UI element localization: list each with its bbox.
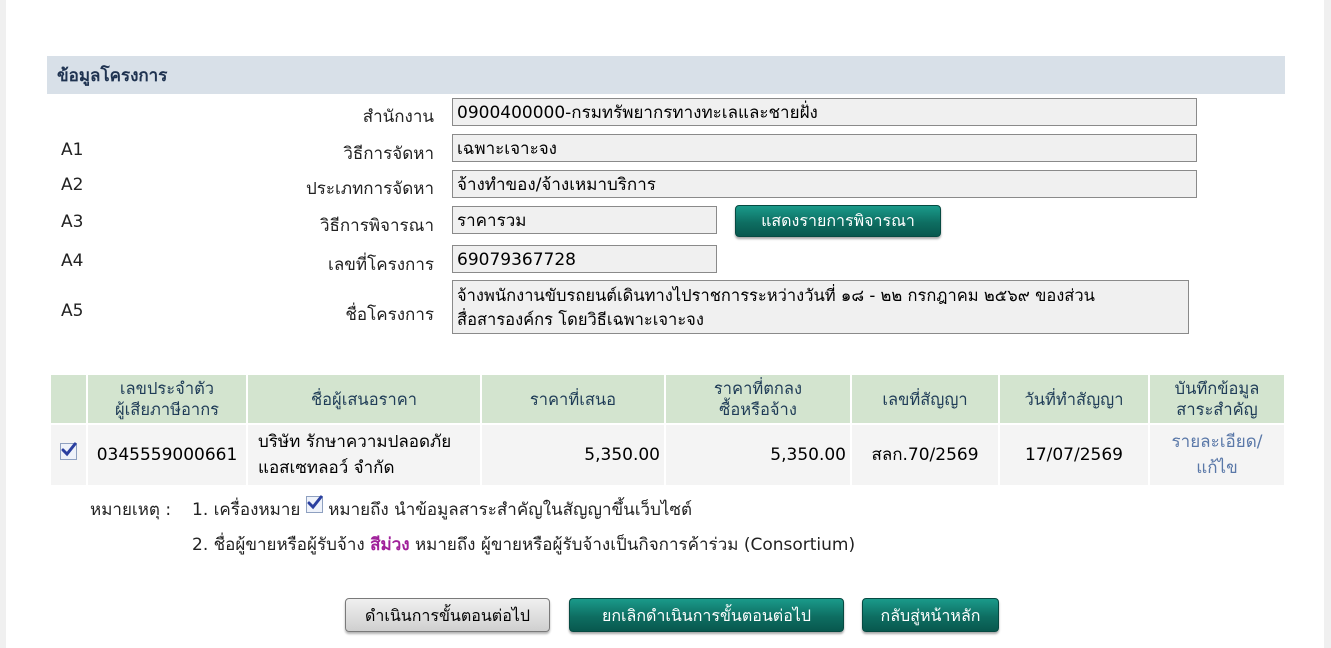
method-field[interactable]: เฉพาะเจาะจง: [452, 134, 1197, 162]
table-header-row: เลขประจำตัว ผู้เสียภาษีอากร ชื่อผู้เสนอรา…: [49, 373, 1286, 425]
row-tax-id: 0345559000661: [86, 423, 248, 487]
row-bidder: บริษัท รักษาความปลอดภัย แอสเซทลอว์ จำกัด: [246, 423, 482, 487]
header-tax-id: เลขประจำตัว ผู้เสียภาษีอากร: [86, 373, 248, 425]
note-1: 1. เครื่องหมาย หมายถึง นำข้อมูลสาระสำคัญ…: [192, 495, 692, 523]
header-select: [49, 373, 88, 425]
project-no-label: เลขที่โครงการ: [328, 255, 434, 275]
project-name-line2: สื่อสารองค์กร โดยวิธีเฉพาะเจาะจง: [457, 310, 704, 329]
header-contract-no: เลขที่สัญญา: [850, 373, 1000, 425]
row-contract-date: 17/07/2569: [998, 423, 1150, 487]
row-contract-no: สลก.70/2569: [850, 423, 1000, 487]
row-checkbox-cell: [49, 423, 88, 487]
method-label: วิธีการจัดหา: [343, 144, 434, 164]
office-label: สำนักงาน: [362, 107, 434, 127]
page-content: ข้อมูลโครงการ สำนักงาน 0900400000-กรมทรั…: [6, 0, 1324, 648]
notes-label: หมายเหตุ :: [90, 500, 172, 520]
table-row: 0345559000661 บริษัท รักษาความปลอดภัย แอ…: [49, 423, 1286, 487]
project-name-label: ชื่อโครงการ: [345, 305, 434, 325]
type-label: ประเภทการจัดหา: [306, 179, 434, 199]
header-bidder: ชื่อผู้เสนอราคา: [246, 373, 482, 425]
purple-legend-text: สีม่วง: [370, 535, 410, 555]
header-offer: ราคาที่เสนอ: [480, 373, 666, 425]
header-record: บันทึกข้อมูล สาระสำคัญ: [1148, 373, 1286, 425]
code-a5: A5: [61, 301, 84, 321]
project-name-line1: จ้างพนักงานขับรถยนต์เดินทางไปราชการระหว่…: [457, 286, 1095, 305]
project-name-field[interactable]: จ้างพนักงานขับรถยนต์เดินทางไปราชการระหว่…: [452, 280, 1189, 334]
next-step-button[interactable]: ดำเนินการขั้นตอนต่อไป: [345, 598, 550, 632]
criteria-field[interactable]: ราคารวม: [452, 206, 717, 234]
checkmark-icon[interactable]: [60, 442, 77, 460]
row-agreed: 5,350.00: [664, 423, 852, 487]
code-a2: A2: [61, 175, 84, 195]
bids-table: เลขประจำตัว ผู้เสียภาษีอากร ชื่อผู้เสนอรา…: [49, 373, 1286, 487]
section-header: ข้อมูลโครงการ: [47, 56, 1285, 94]
type-field[interactable]: จ้างทำของ/จ้างเหมาบริการ: [452, 170, 1197, 198]
note-2: 2. ชื่อผู้ขายหรือผู้รับจ้าง สีม่วง หมายถ…: [192, 535, 856, 555]
project-no-field[interactable]: 69079367728: [452, 245, 717, 273]
back-home-button[interactable]: กลับสู่หน้าหลัก: [862, 598, 999, 632]
header-contract-date: วันที่ทำสัญญา: [998, 373, 1150, 425]
show-criteria-button[interactable]: แสดงรายการพิจารณา: [735, 205, 941, 237]
header-agreed: ราคาที่ตกลง ซื้อหรือจ้าง: [664, 373, 852, 425]
checkmark-legend-icon: [305, 495, 323, 513]
code-a4: A4: [61, 251, 84, 271]
office-field[interactable]: 0900400000-กรมทรัพยากรทางทะเลและชายฝั่ง: [452, 98, 1197, 126]
criteria-label: วิธีการพิจารณา: [319, 216, 434, 236]
row-offer: 5,350.00: [480, 423, 666, 487]
row-edit-link[interactable]: รายละเอียด/ แก้ไข: [1148, 423, 1286, 487]
code-a1: A1: [61, 140, 84, 160]
code-a3: A3: [61, 212, 84, 232]
cancel-next-step-button[interactable]: ยกเลิกดำเนินการขั้นตอนต่อไป: [569, 598, 844, 632]
